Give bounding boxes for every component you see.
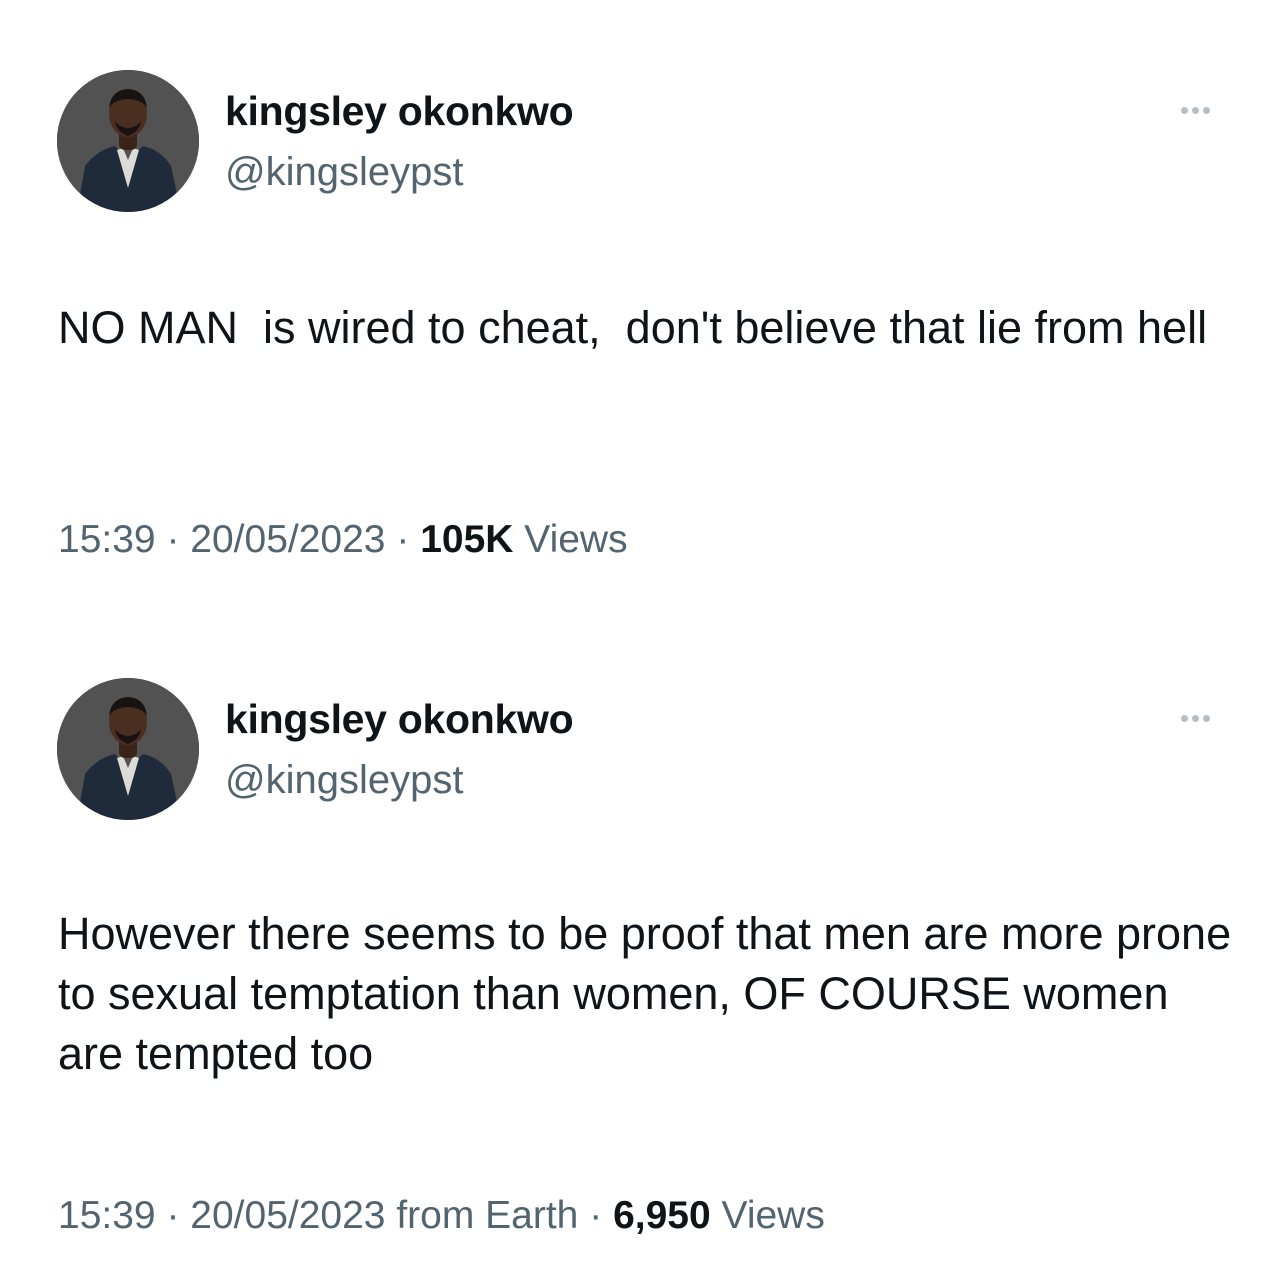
views-count[interactable]: 105K	[420, 518, 513, 561]
avatar-image	[57, 70, 199, 212]
tweet-time[interactable]: 15:39	[58, 1194, 156, 1237]
avatar[interactable]	[57, 678, 199, 820]
avatar-image	[57, 678, 199, 820]
meta-separator: ·	[589, 1194, 603, 1237]
more-dot	[1202, 106, 1210, 114]
more-horizontal-icon	[1180, 714, 1188, 722]
author-display-name[interactable]: kingsley okonkwo	[225, 88, 574, 135]
avatar[interactable]	[57, 70, 199, 212]
tweet-date[interactable]: 20/05/2023 from Earth	[190, 1194, 578, 1237]
more-horizontal-icon	[1180, 106, 1188, 114]
author-handle[interactable]: @kingsleypst	[225, 758, 463, 803]
author-handle[interactable]: @kingsleypst	[225, 150, 463, 195]
more-dot	[1202, 714, 1210, 722]
tweet-text: NO MAN is wired to cheat, don't believe …	[58, 302, 1208, 353]
author-display-name[interactable]: kingsley okonkwo	[225, 696, 574, 743]
tweet-meta: 15:39 · 20/05/2023 from Earth · 6,950 Vi…	[58, 1194, 825, 1238]
tweet-text: However there seems to be proof that men…	[58, 908, 1244, 1079]
tweet-time[interactable]: 15:39	[58, 518, 156, 561]
views-label[interactable]: Views	[524, 518, 627, 561]
views-label[interactable]: Views	[722, 1194, 825, 1237]
meta-separator: ·	[166, 1194, 180, 1237]
tweet-meta: 15:39 · 20/05/2023 · 105K Views	[58, 518, 628, 562]
more-dot	[1191, 714, 1199, 722]
tweet-date[interactable]: 20/05/2023	[190, 518, 385, 561]
more-options-button[interactable]	[1172, 98, 1218, 122]
views-count[interactable]: 6,950	[613, 1194, 711, 1237]
more-dot	[1191, 106, 1199, 114]
meta-separator: ·	[396, 518, 410, 561]
more-options-button[interactable]	[1172, 706, 1218, 730]
meta-separator: ·	[166, 518, 180, 561]
